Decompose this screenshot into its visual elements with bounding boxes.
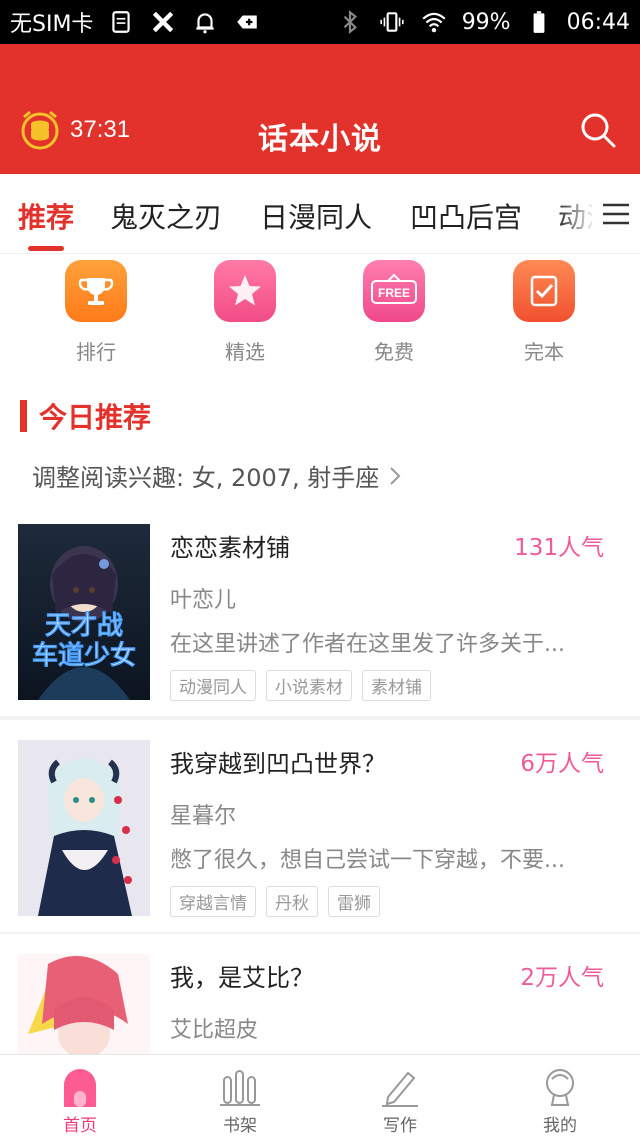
quick-featured-label: 精选	[225, 340, 265, 364]
nav-bookshelf[interactable]: 书架	[190, 1063, 290, 1136]
free-icon: FREE	[363, 260, 425, 322]
star-icon	[214, 260, 276, 322]
book-title: 恋恋素材铺	[170, 534, 290, 562]
active-tab-indicator	[28, 246, 64, 251]
quick-finished-label: 完本	[524, 340, 564, 364]
quick-free-label: 免费	[374, 340, 414, 364]
tabs-menu-button[interactable]	[592, 174, 640, 253]
book-tag[interactable]: 素材铺	[362, 670, 431, 701]
app-header: 37:31 话本小说	[0, 44, 640, 174]
book-popularity: 2万人气	[520, 965, 604, 991]
book-tags: 动漫同人 小说素材 素材铺	[170, 670, 431, 701]
tab-aotu-harem[interactable]: 凹凸后宫	[410, 196, 522, 236]
svg-text:FREE: FREE	[378, 286, 410, 300]
plus-tag-icon	[233, 8, 261, 36]
interest-text: 调整阅读兴趣: 女, 2007, 射手座	[32, 464, 380, 492]
quick-finished[interactable]: 完本	[484, 260, 604, 365]
tabs-fade	[556, 174, 596, 253]
quick-ranking[interactable]: 排行	[36, 260, 156, 365]
book-title: 我，是艾比？	[170, 964, 314, 992]
book-author: 星暮尔	[170, 804, 237, 829]
book-card[interactable]: 天才战 车道少女 恋恋素材铺 131人气 叶恋儿 在这里讲述了作者在这里发了许多…	[0, 524, 640, 738]
tab-recommend[interactable]: 推荐	[18, 196, 74, 236]
search-icon[interactable]	[578, 110, 618, 150]
trophy-icon	[65, 260, 127, 322]
book-tag[interactable]: 动漫同人	[170, 670, 256, 701]
book-tag[interactable]: 穿越言情	[170, 886, 256, 917]
battery-percent: 99%	[461, 9, 511, 35]
bell-icon	[191, 8, 219, 36]
tools-icon	[149, 8, 177, 36]
bottom-navigation: 首页 书架 写作 我的	[0, 1054, 640, 1138]
list-divider	[0, 716, 640, 720]
nav-profile[interactable]: 我的	[510, 1063, 610, 1136]
pencil-icon	[380, 1063, 420, 1107]
chevron-right-icon	[390, 466, 401, 485]
cover-title-text-2: 车道少女	[32, 640, 136, 671]
tab-demon-slayer[interactable]: 鬼灭之刃	[110, 196, 222, 236]
book-title: 我穿越到凹凸世界？	[170, 750, 386, 778]
nav-write[interactable]: 写作	[350, 1063, 450, 1136]
book-tags: 穿越言情 丹秋 雷狮	[170, 886, 380, 917]
finished-icon	[513, 260, 575, 322]
nav-profile-label: 我的	[543, 1116, 577, 1136]
book-tag[interactable]: 雷狮	[328, 886, 380, 917]
vibrate-icon	[378, 8, 406, 36]
book-description: 憋了很久，想自己尝试一下穿越，不要...	[170, 848, 565, 873]
status-bar: 无SIM卡 99% 06:44	[0, 0, 640, 44]
nav-home[interactable]: 首页	[30, 1063, 130, 1136]
battery-icon	[525, 8, 553, 36]
book-tag[interactable]: 丹秋	[266, 886, 318, 917]
book-popularity: 6万人气	[520, 751, 604, 777]
book-card[interactable]: 我穿越到凹凸世界？ 6万人气 星暮尔 憋了很久，想自己尝试一下穿越，不要... …	[0, 740, 640, 954]
clock-time: 06:44	[566, 9, 630, 35]
document-icon	[107, 8, 135, 36]
adjust-interest-link[interactable]: 调整阅读兴趣: 女, 2007, 射手座	[32, 458, 403, 493]
list-divider	[0, 932, 640, 934]
bookshelf-icon	[220, 1063, 260, 1107]
quick-free[interactable]: FREE 免费	[334, 260, 454, 365]
quick-featured[interactable]: 精选	[185, 260, 305, 365]
today-recommend-header: 今日推荐	[20, 396, 151, 436]
category-tabs: 推荐 鬼灭之刃 日漫同人 凹凸后宫 动漫	[0, 174, 640, 254]
profile-icon	[540, 1063, 580, 1107]
nav-home-label: 首页	[63, 1116, 97, 1136]
quick-entries: 排行 精选 FREE 免费 完本	[0, 256, 640, 376]
nav-write-label: 写作	[383, 1116, 417, 1136]
quick-ranking-label: 排行	[76, 340, 116, 364]
book-cover	[18, 740, 150, 916]
section-title: 今日推荐	[39, 401, 152, 434]
book-cover	[18, 954, 150, 1054]
wifi-icon	[420, 8, 448, 36]
nav-bookshelf-label: 书架	[223, 1116, 257, 1136]
carrier-text: 无SIM卡	[10, 12, 94, 37]
book-description: 在这里讲述了作者在这里发了许多关于...	[170, 632, 565, 657]
section-accent-bar	[20, 400, 27, 432]
book-cover: 天才战 车道少女	[18, 524, 150, 700]
home-icon	[60, 1063, 100, 1107]
tab-manga-fanfic[interactable]: 日漫同人	[260, 196, 372, 236]
bluetooth-icon	[336, 8, 364, 36]
book-tag[interactable]: 小说素材	[266, 670, 352, 701]
menu-icon	[603, 203, 629, 225]
book-card[interactable]: 我，是艾比？ 2万人气 艾比超皮	[0, 954, 640, 1054]
book-author: 艾比超皮	[170, 1018, 259, 1043]
book-author: 叶恋儿	[170, 588, 237, 613]
cover-title-text: 天才战	[45, 611, 123, 641]
book-popularity: 131人气	[514, 535, 604, 561]
app-title: 话本小说	[258, 122, 382, 157]
